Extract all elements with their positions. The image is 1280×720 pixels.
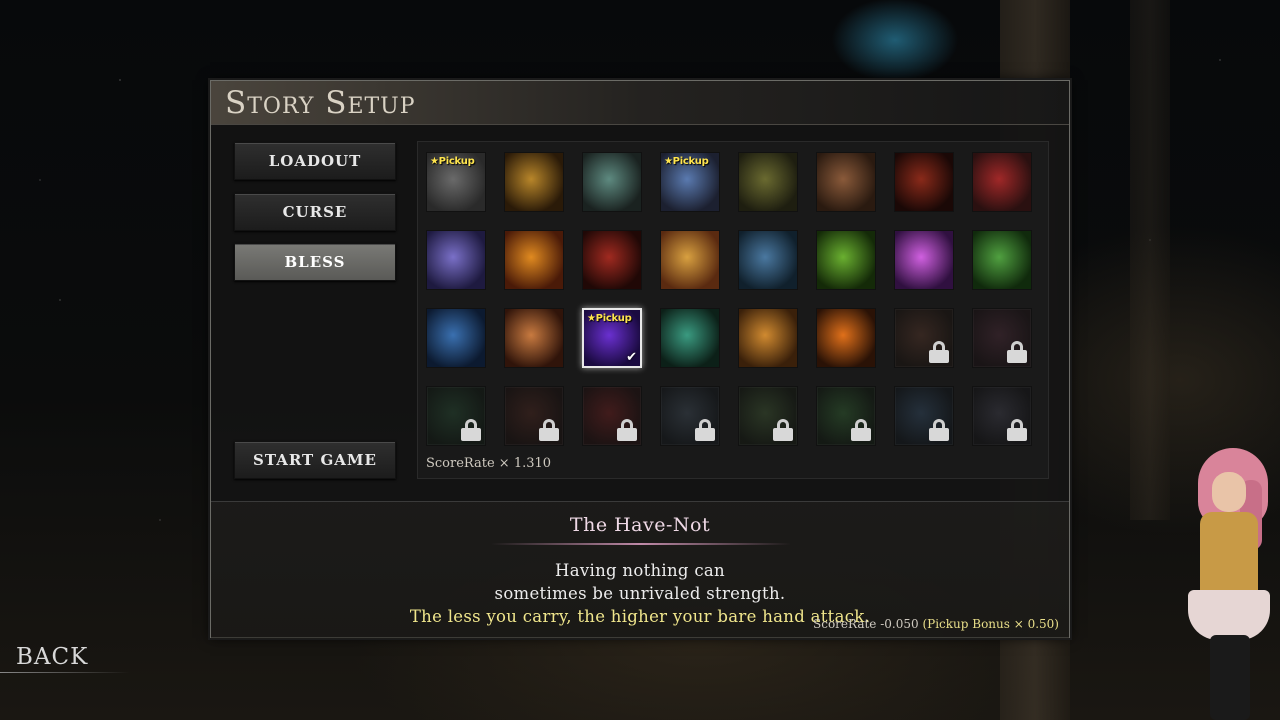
- back-underline: [0, 672, 130, 673]
- loadout-button[interactable]: LOADOUT: [234, 142, 396, 180]
- nature-spirit-icon: [973, 231, 1031, 289]
- bless-slot[interactable]: [582, 152, 642, 212]
- warrior-silhouette-icon: [583, 231, 641, 289]
- pickup-badge: ★Pickup: [587, 313, 632, 324]
- bless-slot[interactable]: [972, 230, 1032, 290]
- bless-slot[interactable]: [426, 386, 486, 446]
- bless-slot[interactable]: [660, 386, 720, 446]
- back-button[interactable]: BACK: [16, 644, 88, 670]
- bless-button[interactable]: BLESS: [234, 243, 396, 281]
- pickup-badge: ★Pickup: [664, 156, 709, 167]
- bless-slot[interactable]: [504, 152, 564, 212]
- story-setup-panel: Story Setup LOADOUT CURSE BLESS START GA…: [210, 80, 1070, 639]
- screaming-face-icon: [505, 309, 563, 367]
- pickup-badge: ★Pickup: [430, 156, 475, 167]
- bless-slot[interactable]: [660, 308, 720, 368]
- description-title: The Have-Not: [569, 514, 711, 536]
- golden-demon-icon: [505, 153, 563, 211]
- bless-slot[interactable]: [660, 230, 720, 290]
- bless-slot[interactable]: [738, 308, 798, 368]
- checkmark-icon: ✔: [626, 350, 637, 365]
- lock-icon: [1007, 419, 1027, 441]
- coins-icon: [739, 153, 797, 211]
- green-burst-icon: [817, 231, 875, 289]
- panel-title: Story Setup: [225, 85, 416, 121]
- sword-icon: [817, 153, 875, 211]
- howling-wolf-icon: [739, 231, 797, 289]
- bless-slot[interactable]: [894, 152, 954, 212]
- scorerate-value: ScoreRate -0.050: [813, 617, 923, 631]
- flame-demon-icon: [895, 153, 953, 211]
- bless-slot[interactable]: [426, 230, 486, 290]
- bless-slot[interactable]: [504, 308, 564, 368]
- character-vest: [1200, 512, 1258, 602]
- lock-icon: [851, 419, 871, 441]
- lock-icon: [1007, 341, 1027, 363]
- bless-grid-area: ★Pickup ★Pickup ★Pickup ✔: [417, 141, 1049, 479]
- grid-scorerate: ScoreRate × 1.310: [426, 456, 552, 471]
- bless-slot[interactable]: [816, 230, 876, 290]
- description-title-underline: [491, 543, 791, 545]
- lock-icon: [695, 419, 715, 441]
- lock-icon: [617, 419, 637, 441]
- bless-slot[interactable]: [738, 230, 798, 290]
- bless-slot[interactable]: [894, 386, 954, 446]
- flexed-arm-icon: [739, 309, 797, 367]
- bless-grid: ★Pickup ★Pickup ★Pickup ✔: [426, 152, 1032, 446]
- bless-slot[interactable]: [816, 308, 876, 368]
- bless-slot[interactable]: [894, 308, 954, 368]
- bless-slot[interactable]: [504, 230, 564, 290]
- feather-icon: [583, 153, 641, 211]
- background-tree-trunk: [1130, 0, 1170, 520]
- bless-slot[interactable]: [894, 230, 954, 290]
- axe-icon: [973, 153, 1031, 211]
- bless-slot[interactable]: ★Pickup: [426, 152, 486, 212]
- lock-icon: [539, 419, 559, 441]
- bless-slot[interactable]: [972, 152, 1032, 212]
- holy-book-icon: [427, 309, 485, 367]
- bless-slot[interactable]: [738, 386, 798, 446]
- bless-slot[interactable]: [738, 152, 798, 212]
- panel-header: Story Setup: [211, 81, 1069, 125]
- bless-slot[interactable]: [582, 230, 642, 290]
- bless-slot[interactable]: [816, 152, 876, 212]
- rune-web-icon: [661, 309, 719, 367]
- description-scorerate: ScoreRate -0.050 (Pickup Bonus × 0.50): [813, 617, 1059, 631]
- player-character: [1170, 440, 1280, 720]
- description-line: Having nothing can: [555, 561, 725, 580]
- golden-blade-icon: [661, 231, 719, 289]
- lock-icon: [929, 419, 949, 441]
- description-area: The Have-Not Having nothing can sometime…: [211, 501, 1069, 639]
- bless-slot[interactable]: [426, 308, 486, 368]
- fire-orb-icon: [505, 231, 563, 289]
- character-head: [1212, 472, 1246, 512]
- lock-icon: [929, 341, 949, 363]
- character-legs: [1210, 635, 1250, 720]
- pickup-bonus: (Pickup Bonus × 0.50): [922, 617, 1059, 631]
- character-skirt: [1188, 590, 1270, 640]
- magic-aura-icon: [895, 231, 953, 289]
- claw-marks-icon: [817, 309, 875, 367]
- bless-slot[interactable]: [504, 386, 564, 446]
- bless-slot[interactable]: ★Pickup ✔: [582, 308, 642, 368]
- bless-slot[interactable]: ★Pickup: [660, 152, 720, 212]
- bless-slot[interactable]: [972, 386, 1032, 446]
- bless-slot[interactable]: [582, 386, 642, 446]
- description-line: sometimes be unrivaled strength.: [494, 584, 786, 603]
- curse-button[interactable]: CURSE: [234, 193, 396, 231]
- lock-icon: [461, 419, 481, 441]
- bless-slot[interactable]: [816, 386, 876, 446]
- bless-slot[interactable]: [972, 308, 1032, 368]
- start-game-button[interactable]: START GAME: [234, 441, 396, 479]
- lock-icon: [773, 419, 793, 441]
- spirit-wolf-icon: [427, 231, 485, 289]
